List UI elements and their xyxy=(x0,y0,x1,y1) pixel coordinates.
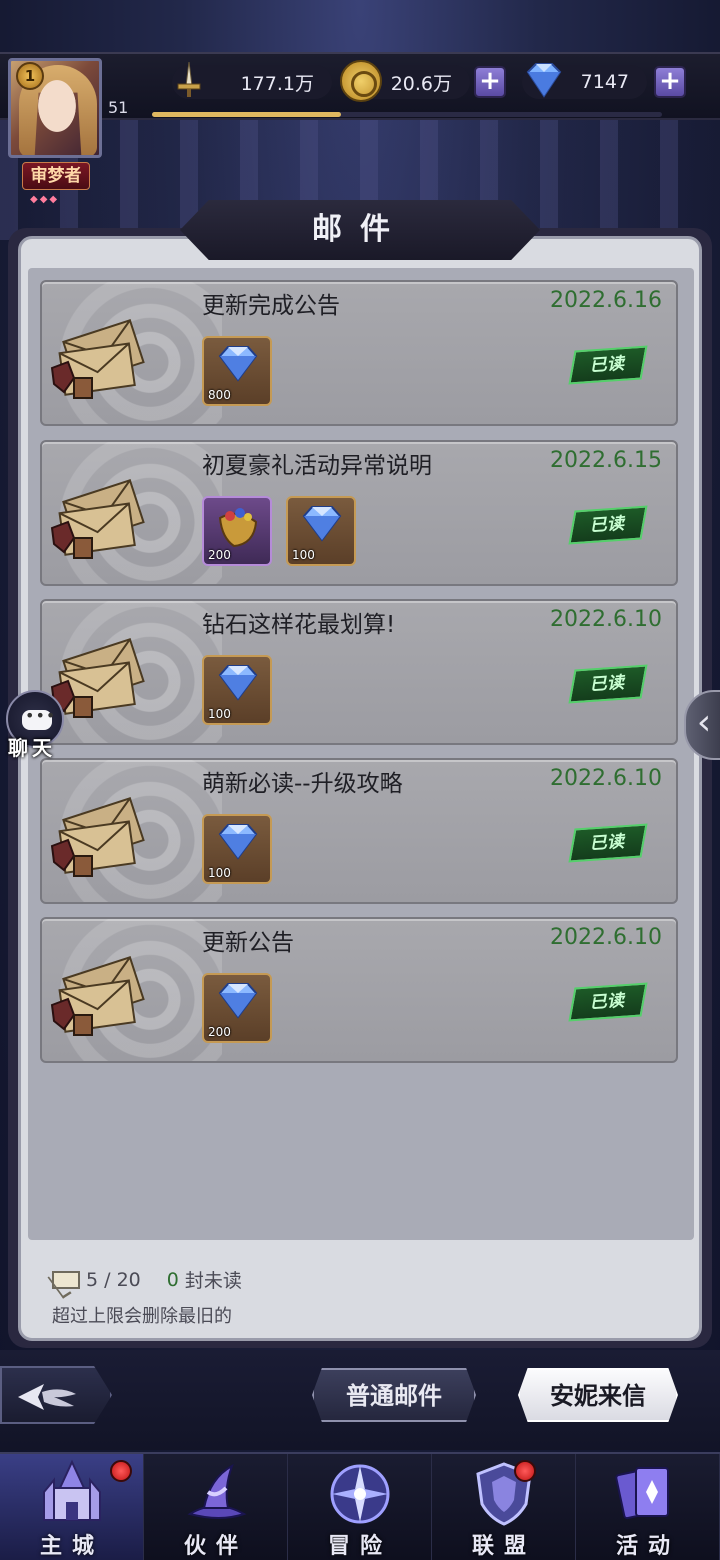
reward-item[interactable]: 100 xyxy=(202,814,272,884)
reward-quantity: 200 xyxy=(208,548,231,562)
read-status-badge: 已读 xyxy=(568,982,648,1022)
mail-subject: 更新公告 xyxy=(202,930,294,956)
envelope-bundle-icon xyxy=(50,797,145,877)
mail-subject: 萌新必读--升级攻略 xyxy=(202,771,403,797)
mail-count-value: 5 / 20 xyxy=(86,1268,141,1291)
envelope-bundle-icon xyxy=(50,956,145,1036)
read-status-badge: 已读 xyxy=(568,505,648,545)
avatar-face xyxy=(33,79,81,139)
rank-badge: 1 xyxy=(16,62,44,90)
compass-icon xyxy=(324,1458,396,1530)
mail-date: 2022.6.10 xyxy=(550,607,662,632)
xp-bar xyxy=(152,112,662,117)
tab-anny-letters[interactable]: 安妮来信 xyxy=(518,1368,678,1422)
mail-item[interactable]: 更新完成公告 2022.6.16 800 已读 xyxy=(40,280,678,426)
title-tag-gems-decor: ◆◆◆ xyxy=(30,194,60,205)
sword-icon xyxy=(177,61,201,97)
mail-subject: 钻石这样花最划算! xyxy=(202,612,396,638)
reward-item[interactable]: 100 xyxy=(202,655,272,725)
envelope-bundle-icon xyxy=(50,479,145,559)
nav-item[interactable]: 冒险 xyxy=(288,1454,432,1560)
envelope-icon xyxy=(52,1270,80,1289)
nav-item[interactable]: 活动 xyxy=(576,1454,720,1560)
player-title-tag[interactable]: 审梦者 xyxy=(22,162,90,190)
reward-quantity: 100 xyxy=(292,548,315,562)
mail-item[interactable]: 初夏豪礼活动异常说明 2022.6.15 200 100 已读 xyxy=(40,440,678,586)
nav-label: 伙伴 xyxy=(183,1533,248,1559)
reward-quantity: 800 xyxy=(208,388,231,402)
mail-subject: 初夏豪礼活动异常说明 xyxy=(202,453,432,479)
reward-item[interactable]: 100 xyxy=(286,496,356,566)
reward-quantity: 100 xyxy=(208,707,231,721)
unread-count: 0 xyxy=(166,1268,179,1291)
nav-label: 冒险 xyxy=(327,1533,392,1559)
reward-item[interactable]: 200 xyxy=(202,496,272,566)
notification-dot xyxy=(514,1460,536,1482)
reward-quantity: 200 xyxy=(208,1025,231,1039)
witch-hat-icon xyxy=(180,1458,252,1530)
diamond-icon xyxy=(526,63,562,98)
mail-item[interactable]: 萌新必读--升级攻略 2022.6.10 100 已读 xyxy=(40,758,678,904)
gold-coin-icon xyxy=(340,60,382,102)
reward-item[interactable]: 800 xyxy=(202,336,272,406)
nav-item[interactable]: 伙伴 xyxy=(144,1454,288,1560)
mail-count: 5 / 20 0 封未读 xyxy=(52,1266,242,1293)
bottom-nav: 主城 伙伴 冒险 联盟 活动 xyxy=(0,1452,720,1560)
add-gold-button[interactable]: + xyxy=(474,66,506,98)
nav-item[interactable]: 主城 xyxy=(0,1454,144,1560)
back-arrow-icon xyxy=(18,1384,76,1410)
mail-date: 2022.6.16 xyxy=(550,288,662,313)
read-status-badge: 已读 xyxy=(568,345,648,385)
reward-quantity: 100 xyxy=(208,866,231,880)
mail-item[interactable]: 更新公告 2022.6.10 200 已读 xyxy=(40,917,678,1063)
cards-icon xyxy=(612,1458,684,1530)
add-gems-button[interactable]: + xyxy=(654,66,686,98)
mail-date: 2022.6.10 xyxy=(550,766,662,791)
player-level: 51 xyxy=(108,98,129,117)
tab-normal-mail[interactable]: 普通邮件 xyxy=(312,1368,476,1422)
nav-label: 活动 xyxy=(615,1533,680,1559)
chat-bubble-icon xyxy=(22,706,56,730)
envelope-bundle-icon xyxy=(50,638,145,718)
mail-item[interactable]: 钻石这样花最划算! 2022.6.10 100 已读 xyxy=(40,599,678,745)
xp-bar-fill xyxy=(152,112,341,117)
reward-item[interactable]: 200 xyxy=(202,973,272,1043)
mail-subject: 更新完成公告 xyxy=(202,293,340,319)
mail-limit-note: 超过上限会删除最旧的 xyxy=(52,1306,232,1327)
envelope-bundle-icon xyxy=(50,319,145,399)
nav-label: 主城 xyxy=(39,1533,104,1559)
mail-date: 2022.6.10 xyxy=(550,925,662,950)
notification-dot xyxy=(110,1460,132,1482)
unread-label: 封未读 xyxy=(184,1270,242,1292)
panel-title: 邮件 xyxy=(312,212,408,247)
read-status-badge: 已读 xyxy=(568,664,648,704)
nav-item[interactable]: 联盟 xyxy=(432,1454,576,1560)
mail-date: 2022.6.15 xyxy=(550,448,662,473)
castle-icon xyxy=(36,1458,108,1530)
chat-label: 聊天 xyxy=(8,736,56,760)
read-status-badge: 已读 xyxy=(568,823,648,863)
back-button[interactable] xyxy=(0,1366,112,1424)
nav-label: 联盟 xyxy=(471,1533,536,1559)
